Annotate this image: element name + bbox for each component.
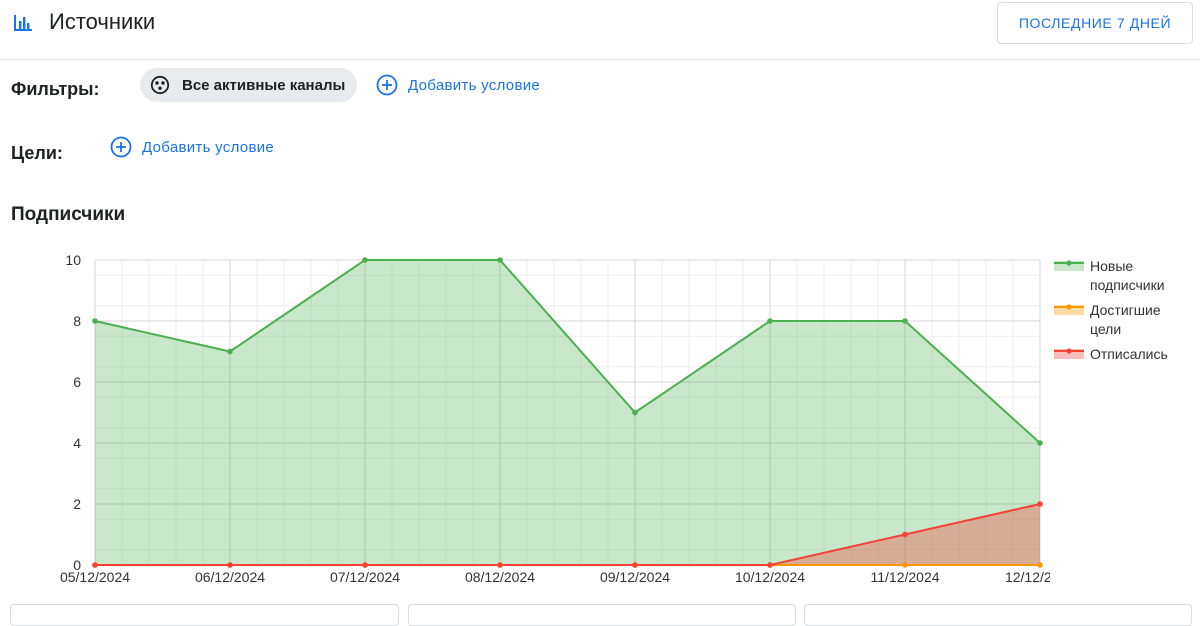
data-point [767,562,773,568]
legend-item[interactable]: Достигшие цели [1054,301,1194,339]
x-tick-label: 11/12/2024 [870,569,939,585]
filters-add-condition-button[interactable]: Добавить условие [376,74,540,96]
chart-legend: Новые подписчики Достигшие цели Отписались [1054,257,1194,370]
y-tick-label: 6 [73,374,81,390]
header-bar: Источники ПОСЛЕДНИЕ 7 ДНЕЙ [0,0,1200,60]
y-tick-label: 2 [73,496,81,512]
goals-label: Цели: [11,143,63,163]
data-point [767,318,773,324]
summary-card [10,604,399,626]
add-circle-icon [110,136,132,158]
add-condition-label: Добавить условие [142,138,275,156]
data-point [1037,562,1043,568]
data-point [227,348,233,355]
x-tick-label: 10/12/2024 [735,569,805,585]
legend-swatch [1054,348,1084,359]
x-tick-label: 06/12/2024 [195,569,265,585]
data-point [632,562,638,568]
data-point [902,562,908,568]
x-tick-label: 09/12/2024 [600,569,670,585]
data-point [92,562,98,568]
filters-label: Фильтры: [11,79,100,99]
x-tick-label: 08/12/2024 [465,569,535,585]
add-condition-label: Добавить условие [408,76,541,94]
legend-label: Отписались [1090,346,1168,362]
legend-swatch [1054,260,1084,271]
legend-item[interactable]: Новые подписчики [1054,257,1194,295]
data-point [902,531,908,538]
period-button[interactable]: ПОСЛЕДНИЕ 7 ДНЕЙ [997,2,1193,44]
y-tick-label: 8 [73,313,81,329]
chip-label: Все активные каналы [182,76,346,94]
x-tick-label: 05/12/2024 [60,569,130,585]
data-point [632,409,638,416]
add-circle-icon [376,74,398,96]
data-point [902,318,908,324]
goals-add-condition-button[interactable]: Добавить условие [110,136,274,158]
y-tick-label: 4 [73,435,81,451]
data-point [92,318,98,324]
data-point [1037,440,1043,446]
data-point [227,562,233,568]
data-point [497,562,503,568]
page-title: Источники [49,9,156,34]
data-point [1037,501,1043,507]
summary-card [804,604,1192,626]
section-title: Подписчики [11,204,126,225]
bar-chart-icon [14,15,32,31]
summary-card [408,604,796,626]
data-point [362,257,368,263]
channels-filter-chip[interactable]: Все активные каналы [140,68,358,102]
data-point [362,562,368,568]
y-tick-label: 10 [65,252,81,268]
channels-icon [150,75,170,95]
subscribers-chart: 024681005/12/2024 06/12/2024 07/12/2024 08/… [60,252,1050,585]
legend-swatch [1054,304,1084,315]
legend-item[interactable]: Отписались [1054,345,1194,364]
data-point [497,257,503,263]
x-tick-label: 07/12/2024 [330,569,400,585]
legend-label: Достигшие цели [1090,302,1161,337]
legend-label: Новые подписчики [1090,258,1165,293]
x-tick-label: 12/12/2024 [1005,569,1050,585]
